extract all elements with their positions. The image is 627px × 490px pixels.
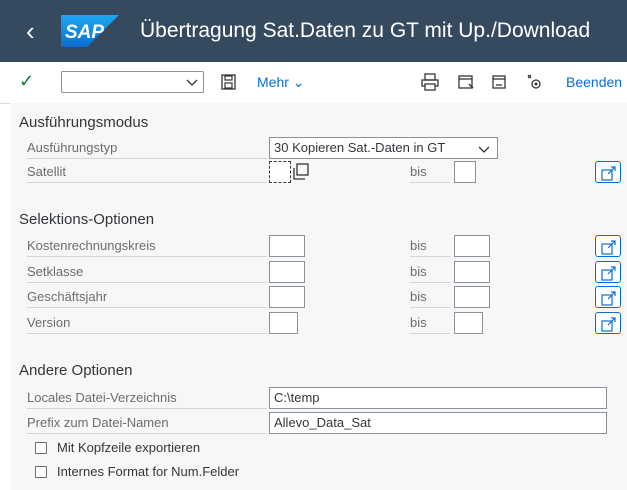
fiscal-year-bis-label: bis (410, 286, 450, 308)
fiscal-year-label: Geschäftsjahr (27, 286, 267, 308)
export-header-label: Mit Kopfzeile exportieren (57, 440, 201, 455)
execution-type-label: Ausführungstyp (27, 137, 267, 159)
value-help-icon[interactable] (291, 162, 311, 182)
file-prefix-label: Prefix zum Datei-Namen (27, 412, 267, 434)
local-directory-label: Locales Datei-Verzeichnis (27, 387, 267, 409)
check-icon[interactable]: ✓ (19, 68, 34, 94)
internal-format-checkbox[interactable] (35, 466, 47, 478)
chevron-down-icon: ⌄ (292, 74, 305, 90)
version-label: Version (27, 312, 267, 334)
back-icon[interactable]: ‹ (26, 14, 35, 48)
local-directory-value: C:\temp (274, 390, 320, 405)
version-bis-label: bis (410, 312, 450, 334)
controlling-area-from-field[interactable] (269, 235, 305, 257)
satellite-multiple-selection-button[interactable] (595, 161, 621, 183)
settings-icon[interactable] (525, 73, 543, 91)
chevron-down-icon (478, 146, 490, 153)
exit-button[interactable]: Beenden (566, 73, 622, 91)
page-title: Übertragung Sat.Daten zu GT mit Up./Down… (140, 19, 591, 42)
fiscal-year-multiple-selection-button[interactable] (595, 286, 621, 308)
find-next-icon[interactable] (490, 73, 508, 91)
set-class-label: Setklasse (27, 261, 267, 283)
sap-logo-text: SAP (65, 22, 104, 43)
other-options-title: Andere Optionen (19, 362, 133, 379)
file-prefix-value: Allevo_Data_Sat (274, 415, 371, 430)
controlling-area-to-field[interactable] (454, 235, 490, 257)
version-to-field[interactable] (454, 312, 483, 334)
selection-options-title: Selektions-Optionen (19, 211, 155, 228)
fiscal-year-to-field[interactable] (454, 286, 490, 308)
multiple-selection-icon (601, 166, 616, 181)
shell-header: ‹ SAP Übertragung Sat.Daten zu GT mit Up… (0, 0, 627, 62)
version-multiple-selection-button[interactable] (595, 312, 621, 334)
satellite-label: Satellit (27, 161, 267, 183)
controlling-area-multiple-selection-button[interactable] (595, 235, 621, 257)
set-class-from-field[interactable] (269, 261, 305, 283)
toolbar: ✓ Mehr ⌄ Beenden (0, 62, 627, 104)
satellite-bis-label: bis (410, 161, 450, 183)
sap-logo: SAP (61, 15, 119, 47)
more-menu-label: Mehr (257, 74, 289, 90)
chevron-down-icon[interactable] (185, 75, 199, 89)
command-field[interactable] (61, 71, 204, 93)
execution-mode-title: Ausführungsmodus (19, 114, 149, 131)
file-prefix-field[interactable]: Allevo_Data_Sat (269, 412, 607, 434)
save-icon[interactable] (220, 73, 238, 91)
find-icon[interactable] (457, 73, 475, 91)
multiple-selection-icon (601, 317, 616, 332)
version-from-field[interactable] (269, 312, 298, 334)
print-icon[interactable] (421, 73, 439, 91)
fiscal-year-from-field[interactable] (269, 286, 305, 308)
internal-format-label: Internes Format for Num.Felder (57, 464, 240, 479)
execution-type-dropdown[interactable]: 30 Kopieren Sat.-Daten in GT (269, 137, 498, 159)
controlling-area-label: Kostenrechnungskreis (27, 235, 267, 257)
multiple-selection-icon (601, 266, 616, 281)
controlling-area-bis-label: bis (410, 235, 450, 257)
more-menu-button[interactable]: Mehr ⌄ (257, 73, 305, 91)
satellite-to-field[interactable] (454, 161, 476, 183)
satellite-from-field[interactable] (269, 161, 291, 183)
set-class-to-field[interactable] (454, 261, 490, 283)
multiple-selection-icon (601, 240, 616, 255)
export-header-checkbox[interactable] (35, 442, 47, 454)
multiple-selection-icon (601, 291, 616, 306)
set-class-multiple-selection-button[interactable] (595, 261, 621, 283)
local-directory-field[interactable]: C:\temp (269, 387, 607, 409)
execution-type-value: 30 Kopieren Sat.-Daten in GT (274, 140, 446, 155)
set-class-bis-label: bis (410, 261, 450, 283)
